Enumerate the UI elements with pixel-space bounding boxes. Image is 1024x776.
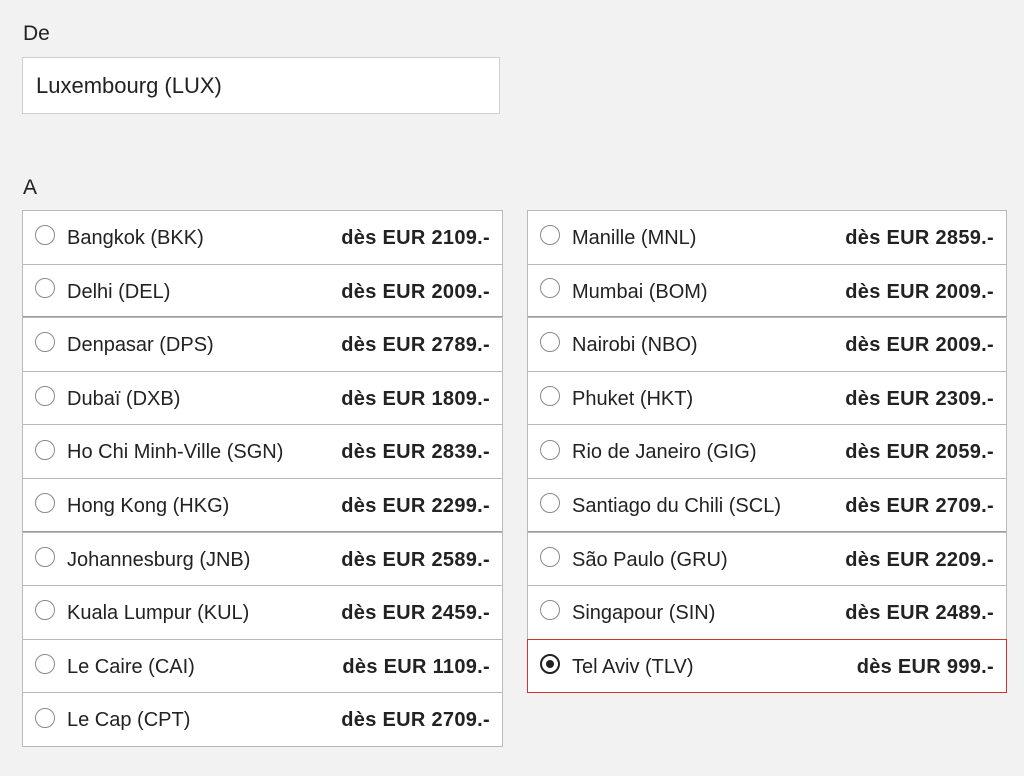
destination-option[interactable]: Mumbai (BOM) dès EUR 2009.-: [527, 263, 1007, 319]
destination-price: dès EUR 2709.-: [341, 709, 490, 732]
destination-price: dès EUR 2839.-: [341, 441, 490, 464]
destination-price: dès EUR 2589.-: [341, 548, 490, 571]
destination-price: dès EUR 2709.-: [845, 494, 994, 517]
radio-unselected-icon[interactable]: [35, 600, 55, 621]
destination-price: dès EUR 1809.-: [341, 387, 490, 410]
destination-price: dès EUR 2209.-: [845, 548, 994, 571]
destination-option[interactable]: São Paulo (GRU) dès EUR 2209.-: [527, 531, 1007, 587]
radio-unselected-icon[interactable]: [35, 546, 55, 567]
destination-city: São Paulo (GRU): [572, 548, 728, 571]
radio-unselected-icon[interactable]: [540, 332, 560, 353]
destination-city: Ho Chi Minh-Ville (SGN): [67, 441, 284, 464]
destination-option[interactable]: Kuala Lumpur (KUL) dès EUR 2459.-: [22, 585, 503, 640]
radio-unselected-icon[interactable]: [35, 492, 55, 513]
destination-price: dès EUR 2009.-: [845, 280, 994, 303]
radio-unselected-icon[interactable]: [540, 439, 560, 460]
destination-city: Santiago du Chili (SCL): [572, 494, 781, 517]
destination-city: Hong Kong (HKG): [67, 494, 230, 517]
radio-unselected-icon[interactable]: [540, 278, 560, 299]
destination-option[interactable]: Singapour (SIN) dès EUR 2489.-: [527, 585, 1007, 640]
destination-city: Le Cap (CPT): [67, 709, 191, 732]
destination-city: Mumbai (BOM): [572, 280, 708, 303]
destination-price: dès EUR 999.-: [856, 655, 994, 678]
destination-option[interactable]: Phuket (HKT) dès EUR 2309.-: [527, 370, 1007, 426]
radio-unselected-icon[interactable]: [35, 278, 55, 299]
destination-option[interactable]: Hong Kong (HKG) dès EUR 2299.-: [22, 477, 503, 533]
radio-unselected-icon[interactable]: [35, 439, 55, 460]
destination-option[interactable]: Delhi (DEL) dès EUR 2009.-: [22, 263, 503, 319]
destination-city: Bangkok (BKK): [67, 227, 204, 249]
destination-city: Dubaï (DXB): [67, 387, 181, 410]
radio-unselected-icon[interactable]: [540, 546, 560, 567]
destination-option[interactable]: Denpasar (DPS) dès EUR 2789.-: [22, 317, 503, 372]
destination-price: dès EUR 2009.-: [341, 280, 490, 303]
destination-price: dès EUR 2859.-: [845, 227, 994, 249]
destination-option[interactable]: Manille (MNL) dès EUR 2859.-: [527, 210, 1007, 265]
radio-unselected-icon[interactable]: [540, 225, 560, 246]
destination-city: Denpasar (DPS): [67, 334, 214, 357]
destination-price: dès EUR 2489.-: [845, 602, 994, 625]
destination-price: dès EUR 2059.-: [845, 441, 994, 464]
destination-option[interactable]: Nairobi (NBO) dès EUR 2009.-: [527, 317, 1007, 372]
radio-unselected-icon[interactable]: [35, 332, 55, 353]
destination-option[interactable]: Rio de Janeiro (GIG) dès EUR 2059.-: [527, 424, 1007, 479]
destination-city: Rio de Janeiro (GIG): [572, 441, 757, 464]
radio-unselected-icon[interactable]: [35, 707, 55, 728]
destination-city: Johannesburg (JNB): [67, 548, 251, 571]
from-input[interactable]: Luxembourg (LUX): [22, 57, 500, 114]
destination-option[interactable]: Johannesburg (JNB) dès EUR 2589.-: [22, 531, 503, 587]
destination-price: dès EUR 2309.-: [845, 387, 994, 410]
destination-option[interactable]: Le Caire (CAI) dès EUR 1109.-: [22, 638, 503, 694]
destination-city: Nairobi (NBO): [572, 334, 698, 357]
destination-city: Kuala Lumpur (KUL): [67, 602, 250, 625]
destination-price: dès EUR 2009.-: [845, 334, 994, 357]
radio-unselected-icon[interactable]: [540, 386, 560, 407]
destination-option[interactable]: Dubaï (DXB) dès EUR 1809.-: [22, 370, 503, 426]
radio-unselected-icon[interactable]: [35, 654, 55, 675]
destination-price: dès EUR 2459.-: [341, 602, 490, 625]
to-label: A: [23, 176, 38, 199]
destination-option[interactable]: Santiago du Chili (SCL) dès EUR 2709.-: [527, 477, 1007, 533]
destination-price: dès EUR 1109.-: [342, 655, 490, 678]
destination-city: Tel Aviv (TLV): [572, 655, 694, 678]
radio-unselected-icon[interactable]: [540, 492, 560, 513]
destination-city: Phuket (HKT): [572, 387, 694, 410]
destination-city: Manille (MNL): [572, 227, 697, 249]
destination-city: Le Caire (CAI): [67, 655, 195, 678]
destination-price: dès EUR 2789.-: [341, 334, 490, 357]
destination-price: dès EUR 2109.-: [341, 227, 490, 249]
destination-price: dès EUR 2299.-: [341, 494, 490, 517]
destination-option[interactable]: Le Cap (CPT) dès EUR 2709.-: [22, 692, 503, 747]
destination-city: Delhi (DEL): [67, 280, 171, 303]
from-label: De: [23, 22, 50, 45]
radio-unselected-icon[interactable]: [35, 386, 55, 407]
destination-option[interactable]: Ho Chi Minh-Ville (SGN) dès EUR 2839.-: [22, 424, 503, 479]
destination-list-left: Bangkok (BKK) dès EUR 2109.- Delhi (DEL) dè…: [22, 210, 503, 747]
destination-option[interactable]: Tel Aviv (TLV) dès EUR 999.-: [527, 638, 1007, 694]
destination-option[interactable]: Bangkok (BKK) dès EUR 2109.-: [22, 210, 503, 265]
radio-unselected-icon[interactable]: [35, 225, 55, 246]
destination-city: Singapour (SIN): [572, 602, 716, 625]
radio-selected-icon[interactable]: [540, 654, 560, 675]
radio-unselected-icon[interactable]: [540, 600, 560, 621]
destination-list-right: Manille (MNL) dès EUR 2859.- Mumbai (BOM) d…: [527, 210, 1007, 694]
